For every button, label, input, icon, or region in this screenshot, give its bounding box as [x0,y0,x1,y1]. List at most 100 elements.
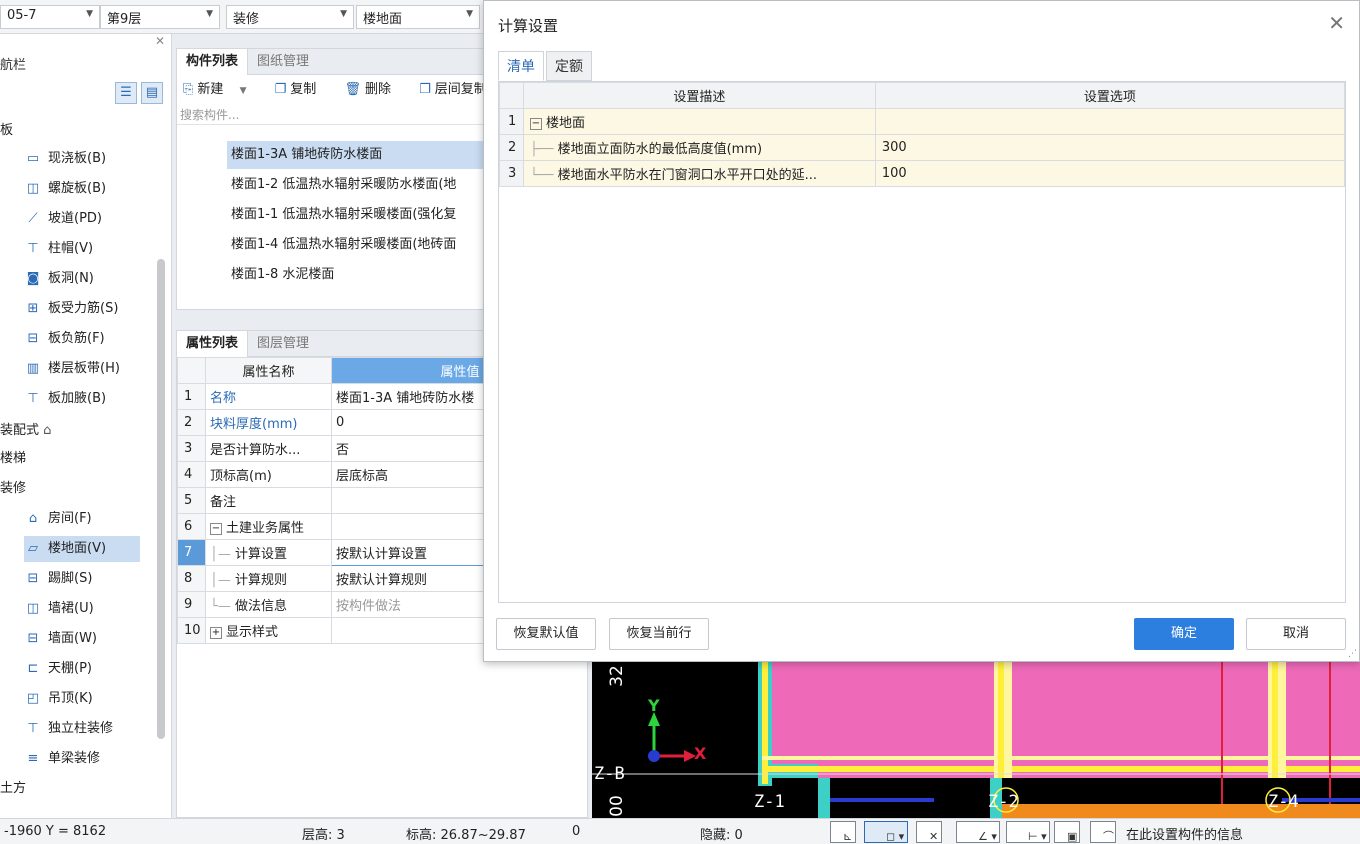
dialog-tabs: 清单 定额 [498,51,594,81]
skirting-icon: ⊟ [27,571,39,586]
delete-button[interactable]: 🗑 删除 [344,82,403,97]
column-finish-icon: ⊤ [27,721,39,736]
axis-label: Z-2 [988,792,1019,812]
dialog-title: 计算设置 [498,17,559,35]
type-select[interactable]: 楼地面 ▼ [356,5,480,29]
row-number: 9 [177,591,206,618]
dado-icon: ◫ [26,601,40,616]
row-number: 2 [499,134,524,161]
nav-item-haunch[interactable]: ⊤ 板加腋(B) [24,386,140,412]
cross-icon: ✕ [929,830,939,843]
nav-item-label: 吊顶(K) [48,691,93,706]
settings-row[interactable]: 1 − 楼地面 [499,108,1346,135]
tree-line: ├── [529,142,558,157]
tab-drawing-management[interactable]: 图纸管理 [248,49,318,75]
tab-bill[interactable]: 清单 [498,51,544,81]
restore-row-button[interactable]: 恢复当前行 [609,618,709,650]
nav-item-skirting[interactable]: ⊟ 踢脚(S) [24,566,140,592]
nav-item-slab-rebar[interactable]: ⊞ 板受力筋(S) [24,296,140,322]
expand-icon[interactable]: + [210,626,222,639]
tab-layer-management[interactable]: 图层管理 [248,331,318,357]
settings-row[interactable]: 3 └── 楼地面水平防水在门窗洞口水平开口处的延... 100 [499,160,1346,187]
cross-button[interactable]: ✕ [916,821,942,843]
wall-face-icon: ⊟ [27,631,39,646]
settings-option[interactable]: 100 [874,160,1346,187]
nav-item-beam-finish[interactable]: ≡ 单梁装修 [24,746,140,772]
chevron-down-icon: ▼ [340,9,347,19]
tab-quota[interactable]: 定额 [546,51,592,81]
row-number: 2 [177,409,206,436]
nav-item-ceiling[interactable]: ⊏ 天棚(P) [24,656,140,682]
resize-grip-icon[interactable]: ⋰ [1348,649,1357,659]
close-icon[interactable]: ✕ [1328,11,1345,35]
nav-item-wall-face[interactable]: ⊟ 墙面(W) [24,626,140,652]
cancel-button[interactable]: 取消 [1246,618,1346,650]
angle-button[interactable]: ∠ ▾ [956,821,1000,843]
display-button[interactable]: ▣ [1054,821,1080,843]
settings-desc-cell: └── 楼地面水平防水在门窗洞口水平开口处的延... [522,160,876,187]
list-view-icon[interactable]: ☰ [115,82,137,104]
new-button-label: 新建 [197,82,224,97]
x-axis-label: X [694,744,707,763]
nav-item-cast-slab[interactable]: ▭ 现浇板(B) [24,146,140,172]
snap-icon: ◻ ▾ [886,830,905,843]
nav-item-label: 天棚(P) [48,661,92,676]
row-number: 3 [177,435,206,462]
component-item[interactable]: 楼面1-3A 铺地砖防水楼面 [227,141,483,169]
settings-row[interactable]: 2 ├── 楼地面立面防水的最低高度值(mm) 300 [499,134,1346,161]
nav-item-dado[interactable]: ◫ 墙裙(U) [24,596,140,622]
nav-item-column-cap[interactable]: ⊤ 柱帽(V) [24,236,140,262]
nav-item-slab-hole[interactable]: ◙ 板洞(N) [24,266,140,292]
nav-item-suspended-ceiling[interactable]: ◰ 吊顶(K) [24,686,140,712]
settings-option[interactable]: 300 [874,134,1346,161]
nav-item-label: 踢脚(S) [48,571,93,586]
nav-section-decor[interactable]: 装修 [0,476,26,502]
nav-item-label: 房间(F) [48,511,92,526]
close-icon[interactable]: ✕ [155,34,165,48]
ok-button[interactable]: 确定 [1134,618,1234,650]
property-group: + 显示样式 [205,617,332,644]
nav-section-stairs[interactable]: 楼梯 [0,446,26,472]
collapse-icon[interactable]: − [210,522,222,535]
restore-default-button[interactable]: 恢复默认值 [496,618,596,650]
suspended-ceiling-icon: ◰ [26,691,40,706]
nav-item-floor[interactable]: ▱ 楼地面(V) [24,536,140,562]
nav-item-slab-strip[interactable]: ▥ 楼层板带(H) [24,356,140,382]
nav-scrollbar[interactable] [157,259,165,739]
chevron-down-icon: ▼ [86,9,93,19]
copy-button[interactable]: ❐ 复制 [275,82,329,97]
tab-property-list[interactable]: 属性列表 [177,331,249,357]
nav-item-label: 坡道(PD) [48,211,102,226]
settings-desc-cell: ├── 楼地面立面防水的最低高度值(mm) [522,134,876,161]
detail-view-icon[interactable]: ▤ [141,82,163,104]
new-button[interactable]: ⎘ 新建 ▼ [183,82,258,97]
arc-button[interactable]: ⌒ [1090,821,1116,843]
settings-desc: 楼地面水平防水在门窗洞口水平开口处的延... [557,168,818,183]
nav-item-spiral-slab[interactable]: ◫ 螺旋板(B) [24,176,140,202]
property-name-header: 属性名称 [205,357,332,384]
nav-section-prefab[interactable]: 装配式 ⌂ [0,418,51,444]
nav-section-slab[interactable]: 板 [0,118,13,144]
y-axis-label: Y [648,696,660,715]
collapse-icon[interactable]: − [529,117,542,130]
nav-section-earth[interactable]: 土方 [0,776,26,802]
haunch-icon: ⊤ [27,391,39,406]
status-floor-height: 层高: 3 [302,828,345,843]
nav-item-column-finish[interactable]: ⊤ 独立柱装修 [24,716,140,742]
nav-item-room[interactable]: ⌂ 房间(F) [24,506,140,532]
project-select[interactable]: 05-7 ▼ [0,5,100,29]
nav-item-negative-rebar[interactable]: ⊟ 板负筋(F) [24,326,140,352]
nav-item-label: 板洞(N) [48,271,94,286]
drawing-canvas[interactable]: 32 Z-B 00 Z-1 Z-2 Z-4 Y X [592,660,1360,818]
offset-button[interactable]: ⊢ ▾ [1006,821,1050,843]
category-select[interactable]: 装修 ▼ [226,5,354,29]
slab-strip-icon: ▥ [26,361,40,376]
nav-item-ramp[interactable]: ⟋ 坡道(PD) [24,206,140,232]
floor-select[interactable]: 第9层 ▼ [100,5,220,29]
status-zero: 0 [572,824,581,839]
snap-mode-button[interactable]: ◻ ▾ [864,821,908,843]
tab-component-list[interactable]: 构件列表 [177,49,249,75]
ortho-mode-button[interactable]: ⊾ [830,821,856,843]
status-elevation: 标高: 26.87~29.87 [406,828,526,843]
ortho-icon: ⊾ [843,830,853,843]
